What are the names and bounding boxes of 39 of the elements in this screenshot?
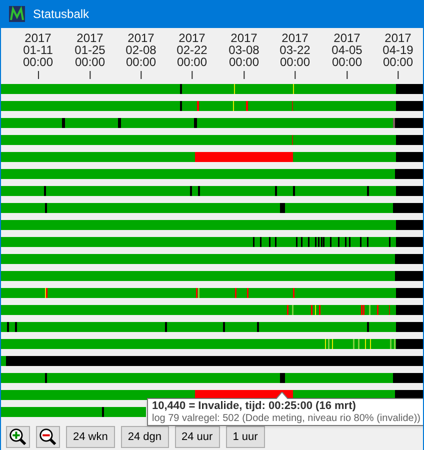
tick-date: 02-22 (176, 44, 208, 56)
tick-date: 03-22 (280, 44, 310, 56)
range-button[interactable]: 24 uur (174, 426, 220, 448)
tick-year: 2017 (24, 32, 52, 44)
tick-date: 03-08 (228, 44, 260, 56)
tick-time: 00:00 (332, 56, 362, 68)
tooltip-title: 10,440 = Invalide, tijd: 00:25:00 (16 mrt) (152, 400, 357, 413)
zoom-out-button[interactable] (36, 426, 60, 448)
tooltip-detail: log 79 valregel: 502 (Dode meting, niveau rio 80% (invalide)) (152, 413, 420, 424)
tick-date: 04-19 (382, 44, 414, 56)
tick-year: 2017 (128, 32, 154, 44)
tick-date: 04-05 (332, 44, 362, 56)
tick-time: 00:00 (22, 56, 54, 68)
tick-time: 00:00 (382, 56, 413, 68)
range-button[interactable]: 24 dgn (120, 426, 169, 448)
range-button[interactable]: 1 uur (226, 426, 265, 448)
tick-mark (140, 71, 142, 79)
tick-year: 2017 (76, 32, 104, 44)
tick-time: 00:00 (176, 56, 207, 68)
tick-mark (294, 71, 296, 79)
tick-date: 02-08 (126, 44, 156, 56)
tick-mark (346, 71, 348, 79)
tick-date: 01-25 (74, 44, 106, 56)
zoom-out-icon (39, 428, 57, 446)
window-title: Statusbalk (33, 6, 90, 23)
tick-year: 2017 (230, 32, 258, 44)
tick-year: 2017 (384, 32, 412, 44)
tick-time: 00:00 (74, 56, 105, 68)
tick-date: 01-11 (23, 44, 53, 56)
tick-year: 2017 (334, 32, 360, 44)
zoom-in-icon (9, 428, 27, 446)
range-button[interactable]: 24 wkn (66, 426, 115, 448)
tick-year: 2017 (282, 32, 308, 44)
tick-year: 2017 (178, 32, 206, 44)
tick-time: 00:00 (280, 56, 310, 68)
tick-time: 00:00 (228, 56, 259, 68)
tick-time: 00:00 (126, 56, 156, 68)
app-icon (9, 6, 25, 22)
zoom-in-button[interactable] (6, 426, 30, 448)
